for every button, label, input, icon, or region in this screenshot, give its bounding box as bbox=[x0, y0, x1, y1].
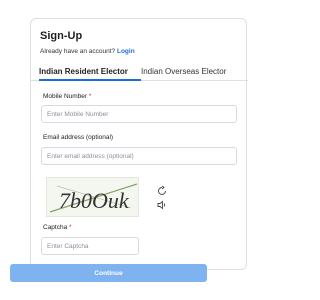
mobile-number-label: Mobile Number * bbox=[43, 93, 91, 100]
email-label: Email address (optional) bbox=[43, 134, 114, 141]
elector-tabs: Indian Resident Elector Indian Overseas … bbox=[31, 62, 248, 81]
page-title: Sign-Up bbox=[40, 30, 83, 42]
required-mark: * bbox=[69, 224, 72, 231]
login-link[interactable]: Login bbox=[117, 48, 135, 55]
refresh-icon[interactable] bbox=[156, 184, 168, 196]
required-mark: * bbox=[88, 93, 92, 100]
account-prompt-text: Already have an account? bbox=[40, 48, 116, 55]
captcha-input[interactable] bbox=[41, 237, 139, 255]
captcha-image: 7b0Ouk bbox=[46, 177, 139, 217]
active-tab-indicator bbox=[39, 79, 141, 81]
captcha-graphic: 7b0Ouk bbox=[49, 183, 138, 213]
email-input[interactable] bbox=[41, 147, 237, 165]
mobile-number-label-text: Mobile Number bbox=[43, 93, 88, 100]
tab-indian-resident-elector[interactable]: Indian Resident Elector bbox=[39, 67, 128, 76]
signup-card: Sign-Up Already have an account? Login I… bbox=[30, 18, 248, 270]
login-prompt: Already have an account? Login bbox=[40, 48, 135, 55]
tab-indian-overseas-elector[interactable]: Indian Overseas Elector bbox=[141, 67, 226, 76]
speaker-icon[interactable] bbox=[156, 198, 168, 210]
captcha-text: 7b0Ouk bbox=[59, 188, 130, 213]
continue-button[interactable]: Continue bbox=[10, 264, 207, 282]
captcha-label: Captcha * bbox=[43, 224, 72, 231]
mobile-number-input[interactable] bbox=[41, 105, 237, 123]
captcha-label-text: Captcha bbox=[43, 224, 68, 231]
